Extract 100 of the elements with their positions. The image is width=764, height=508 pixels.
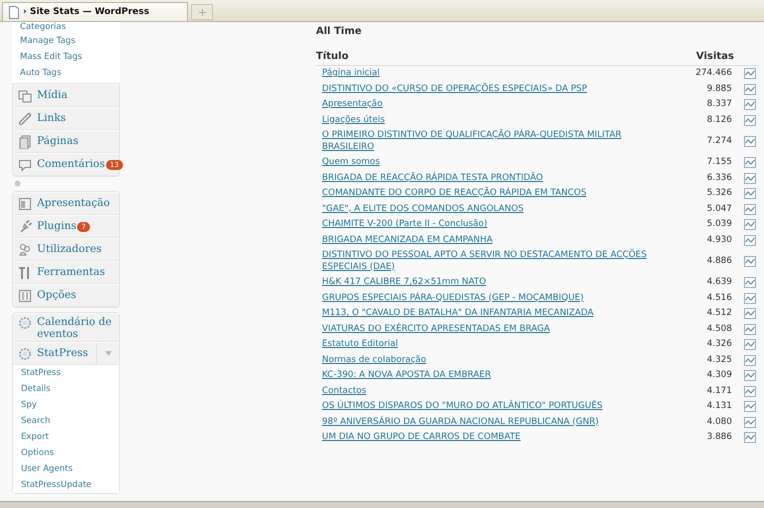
plus-icon xyxy=(198,8,206,16)
dropdown-arrow-icon xyxy=(104,351,112,356)
line-chart-icon[interactable] xyxy=(744,204,756,215)
line-chart-icon[interactable] xyxy=(744,339,756,350)
images-icon xyxy=(18,88,32,102)
visits-cell: 4.512 xyxy=(672,306,744,322)
visits-cell: 9.885 xyxy=(672,82,744,97)
line-chart-icon[interactable] xyxy=(744,188,756,200)
line-chart-icon[interactable] xyxy=(744,277,756,288)
post-link[interactable]: "GAE", A ELITE DOS COMANDOS ANGOLANOS xyxy=(322,204,672,215)
line-chart-icon[interactable] xyxy=(744,401,756,412)
post-link[interactable]: VIATURAS DO EXÉRCITO APRESENTADAS EM BRAGA xyxy=(322,324,672,335)
visits-cell: 4.639 xyxy=(672,275,744,290)
submenu-link[interactable]: Options xyxy=(21,445,119,461)
line-chart-icon[interactable] xyxy=(744,84,756,95)
menu-item[interactable]: Utilizadores xyxy=(13,238,119,261)
menu-item[interactable]: Páginas xyxy=(13,130,119,153)
post-link[interactable]: O PRIMEIRO DISTINTIVO DE QUALIFICAÇÃO PÁRA-QUEDISTA MILITAR BRASILEIRO xyxy=(322,130,672,153)
menu-item[interactable]: Links xyxy=(13,107,119,130)
post-link[interactable]: OS ÚLTIMOS DISPAROS DO "MURO DO ATLÂNTICO" PORTUGUÊS xyxy=(322,401,672,412)
line-chart-icon[interactable] xyxy=(744,432,756,444)
post-link[interactable]: BRIGADA MECANIZADA EM CAMPANHA xyxy=(322,234,672,246)
line-chart-icon[interactable] xyxy=(744,172,756,184)
post-link[interactable]: DISTINTIVO DO «CURSO DE OPERAÇÕES ESPECIAIS» DA PSP xyxy=(322,84,672,95)
visits-cell: 4.886 xyxy=(672,248,744,275)
submenu-link[interactable]: User Agents xyxy=(21,461,119,477)
visits-cell: 4.930 xyxy=(672,232,744,248)
visits-cell: 4.080 xyxy=(672,414,744,430)
submenu-link[interactable]: StatPressUpdate xyxy=(21,477,119,493)
visits-cell: 8.126 xyxy=(672,112,744,128)
submenu-link[interactable]: Export xyxy=(21,429,119,445)
line-chart-icon[interactable] xyxy=(744,157,756,168)
menu-item[interactable]: Ferramentas xyxy=(13,261,119,284)
line-chart-icon[interactable] xyxy=(744,219,756,230)
post-link[interactable]: 98º ANIVERSÁRIO DA GUARDA NACIONAL REPUBLICANA (GNR) xyxy=(322,416,672,428)
post-link[interactable]: M113, O "CAVALO DE BATALHA" DA INFANTARIA MECANIZADA xyxy=(322,308,672,320)
submenu-link[interactable]: Manage Tags xyxy=(20,33,120,49)
visits-cell: 274.466 xyxy=(672,66,744,82)
line-chart-icon[interactable] xyxy=(744,292,756,304)
page-icon xyxy=(9,6,19,18)
section-heading: All Time xyxy=(316,26,363,37)
line-chart-icon[interactable] xyxy=(744,68,756,80)
post-link[interactable]: CHAIMITE V-200 (Parte II - Conclusão) xyxy=(322,219,672,230)
menu-item[interactable]: Opções xyxy=(13,284,119,307)
line-chart-icon[interactable] xyxy=(744,256,756,267)
menu-label: Páginas xyxy=(37,135,78,148)
pages-icon xyxy=(18,134,32,148)
line-chart-icon[interactable] xyxy=(744,136,756,147)
tab-title: › Site Stats — WordPress xyxy=(23,7,150,17)
menu-label: Ferramentas xyxy=(37,266,106,279)
menu-item[interactable]: Apresentação xyxy=(13,192,119,215)
visits-cell: 4.309 xyxy=(672,368,744,384)
post-link[interactable]: Apresentação xyxy=(322,99,672,110)
post-link[interactable]: BRIGADA DE REACÇÃO RÁPIDA TESTA PRONTIDÃO xyxy=(322,172,672,184)
line-chart-icon[interactable] xyxy=(744,308,756,320)
submenu-link[interactable]: Categorias xyxy=(20,22,120,33)
post-link[interactable]: Quem somos xyxy=(322,157,672,168)
post-link[interactable]: Ligações úteis xyxy=(322,114,672,126)
line-chart-icon[interactable] xyxy=(744,114,756,126)
line-chart-icon[interactable] xyxy=(744,416,756,428)
menu-label: Links xyxy=(37,112,66,125)
line-chart-icon[interactable] xyxy=(744,386,756,397)
menu-label: Comentários xyxy=(37,158,105,171)
submenu-link[interactable]: StatPress xyxy=(21,365,119,381)
line-chart-icon[interactable] xyxy=(744,99,756,110)
post-link[interactable]: Página inicial xyxy=(322,68,672,80)
menu-item[interactable]: Calendário de eventos xyxy=(13,313,119,342)
visits-cell: 7.155 xyxy=(672,155,744,170)
post-link[interactable]: UM DIA NO GRUPO DE CARROS DE COMBATE xyxy=(322,432,672,444)
visits-cell: 4.325 xyxy=(672,352,744,368)
submenu-link[interactable]: Auto Tags xyxy=(20,65,120,81)
menu-item[interactable]: Mídia xyxy=(13,84,119,107)
visits-cell: 4.131 xyxy=(672,399,744,414)
submenu-link[interactable]: Mass Edit Tags xyxy=(20,49,120,65)
visits-cell: 4.326 xyxy=(672,337,744,352)
post-link[interactable]: Normas de colaboração xyxy=(322,354,672,366)
menu-label: Apresentação xyxy=(37,197,110,210)
speech-bubble-icon xyxy=(18,158,32,172)
column-header: Visitas xyxy=(672,49,744,66)
post-link[interactable]: GRUPOS ESPECIAIS PÁRA-QUEDISTAS (GEP - MOÇAMBIQUE) xyxy=(322,292,672,304)
line-chart-icon[interactable] xyxy=(744,370,756,382)
post-link[interactable]: DISTINTIVO DO PESSOAL APTO A SERVIR NO DESTACAMENTO DE ACÇÕES ESPECIAIS (DAE) xyxy=(322,250,672,273)
post-link[interactable]: Contactos xyxy=(322,386,672,397)
post-link[interactable]: Estatuto Editorial xyxy=(322,339,672,350)
people-icon xyxy=(18,242,32,256)
visits-cell: 5.326 xyxy=(672,186,744,202)
visits-cell: 7.274 xyxy=(672,128,744,155)
post-link[interactable]: COMANDANTE DO CORPO DE REACÇÃO RÁPIDA EM TANCOS xyxy=(322,188,672,200)
post-link[interactable]: KC-390: A NOVA APOSTA DA EMBRAER xyxy=(322,370,672,382)
line-chart-icon[interactable] xyxy=(744,234,756,246)
line-chart-icon[interactable] xyxy=(744,354,756,366)
browser-tab[interactable]: › Site Stats — WordPress xyxy=(2,2,188,21)
column-header: Título xyxy=(316,49,672,66)
menu-label: Calendário de eventos xyxy=(37,316,113,340)
menu-label: StatPress xyxy=(37,347,88,360)
submenu-link[interactable]: Search xyxy=(21,413,119,429)
line-chart-icon[interactable] xyxy=(744,324,756,335)
submenu-link[interactable]: Spy xyxy=(21,397,119,413)
post-link[interactable]: H&K 417 CALIBRE 7,62×51mm NATO xyxy=(322,277,672,288)
submenu-link[interactable]: Details xyxy=(21,381,119,397)
